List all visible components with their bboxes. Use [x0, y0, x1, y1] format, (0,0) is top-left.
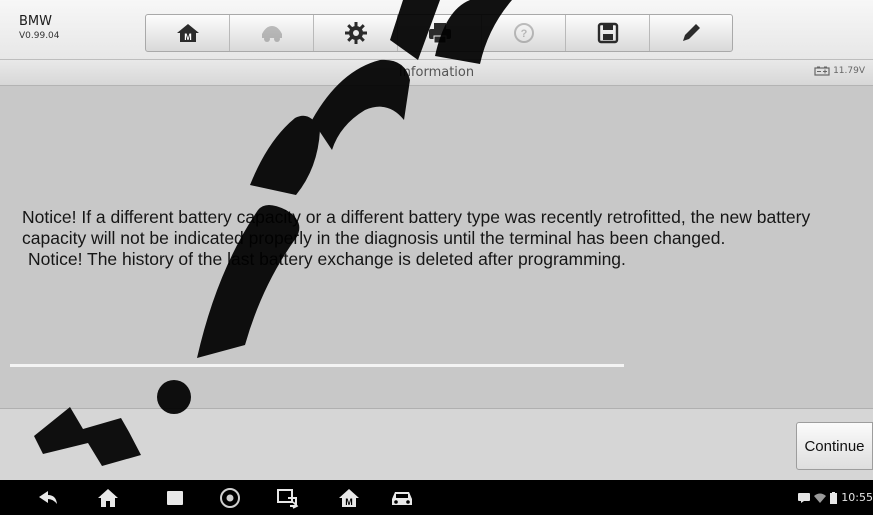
- settings-button[interactable]: [314, 15, 398, 51]
- save-icon: [597, 22, 618, 44]
- battery-status: 11.79V: [814, 66, 865, 76]
- app-home-button[interactable]: M: [334, 486, 364, 510]
- svg-text:M: M: [345, 497, 353, 507]
- notice-paragraph-1: Notice! If a different battery capacity …: [22, 207, 811, 248]
- save-button[interactable]: [566, 15, 650, 51]
- recent-apps-button[interactable]: [160, 486, 190, 510]
- message-area: Notice! If a different battery capacity …: [0, 86, 873, 408]
- vehicle-button[interactable]: [387, 486, 417, 510]
- system-navigation-bar: M 10:55: [0, 480, 873, 515]
- print-button[interactable]: [398, 15, 482, 51]
- home-nav-button[interactable]: [93, 486, 123, 510]
- battery-level-icon: [830, 491, 838, 504]
- footer-bar: Continue: [0, 408, 873, 480]
- system-status: 10:55: [798, 491, 873, 504]
- edit-button[interactable]: [650, 15, 732, 51]
- continue-button[interactable]: Continue: [796, 422, 873, 470]
- recent-apps-icon: [167, 491, 183, 505]
- screen-capture-button[interactable]: [273, 486, 303, 510]
- browser-button[interactable]: [215, 486, 245, 510]
- chat-icon: [798, 492, 811, 503]
- toolbar: M ?: [145, 14, 733, 52]
- clock: 10:55: [841, 491, 873, 504]
- screen-capture-icon: [277, 489, 299, 509]
- page-title: Information: [398, 65, 475, 80]
- home-button[interactable]: M: [146, 15, 230, 51]
- svg-text:?: ?: [520, 28, 527, 40]
- home-icon: M: [176, 24, 199, 42]
- vehicle-swap-icon: [261, 26, 282, 42]
- pen-icon: [683, 24, 700, 41]
- app-home-icon: M: [339, 489, 359, 507]
- notice-paragraph-2: Notice! The history of the last battery …: [28, 249, 626, 269]
- app-header: BMW V0.99.04 M ?: [0, 0, 873, 60]
- back-button[interactable]: [33, 486, 63, 510]
- app-version: V0.99.04: [19, 31, 60, 41]
- help-icon: ?: [513, 23, 534, 43]
- svg-text:M: M: [184, 32, 192, 42]
- progress-bar: [10, 364, 624, 367]
- printer-icon: [428, 23, 451, 44]
- browser-icon: [220, 488, 240, 508]
- gear-icon: [344, 22, 367, 44]
- battery-icon: [814, 66, 830, 76]
- back-icon: [39, 491, 57, 504]
- help-button[interactable]: ?: [482, 15, 566, 51]
- vehicle-icon: [392, 492, 412, 505]
- vehicle-swap-button[interactable]: [230, 15, 314, 51]
- battery-voltage: 11.79V: [833, 66, 865, 76]
- notice-message: Notice! If a different battery capacity …: [22, 207, 862, 270]
- title-bar: Information 11.79V: [0, 60, 873, 86]
- home-icon: [98, 489, 118, 507]
- app-name: BMW: [19, 14, 52, 29]
- wifi-icon: [814, 493, 827, 503]
